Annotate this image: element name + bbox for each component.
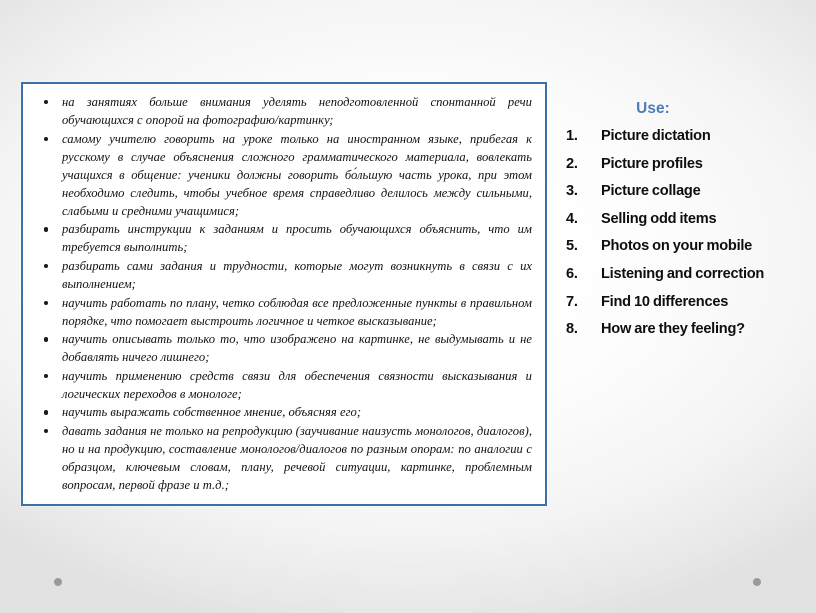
activity-item-number: 7. <box>566 293 578 310</box>
bullet-item: научить выражать собственное мнение, объ… <box>36 403 532 421</box>
activity-item-label: Picture profiles <box>601 155 703 172</box>
activity-item-label: Photos on your mobile <box>601 238 753 255</box>
activity-list-item[interactable]: 2. Picture profiles <box>566 155 802 175</box>
bullet-item: научить описывать только то, что изображ… <box>36 330 532 366</box>
activity-list-item[interactable]: 7. Find 10 differences <box>566 293 802 313</box>
bullet-item: давать задания не только на репродукцию … <box>36 422 532 494</box>
activity-item-label: Picture collage <box>601 183 701 200</box>
activity-item-label: Picture dictation <box>601 128 711 144</box>
bullet-item: разбирать инструкции к заданиям и просит… <box>36 220 532 256</box>
decorative-dot-right <box>753 578 761 586</box>
activity-numbered-list: 1. Picture dictation 2. Picture profiles 3. P… <box>566 127 802 340</box>
bullet-item: научить применению средств связи для обе… <box>36 367 532 403</box>
activity-item-number: 4. <box>566 210 578 227</box>
activity-item-number: 1. <box>566 128 578 144</box>
activity-item-number: 6. <box>566 265 578 282</box>
activity-list-item[interactable]: 5. Photos on your mobile <box>566 237 802 257</box>
activity-item-label: Selling odd items <box>601 210 717 227</box>
use-column: Use: 1. Picture dictation 2. Picture profil… <box>566 100 802 348</box>
bullet-item: разбирать сами задания и трудности, кото… <box>36 257 532 293</box>
activity-list-item[interactable]: 4. Selling odd items <box>566 210 802 230</box>
activity-item-label: How are they feeling? <box>601 321 745 338</box>
activity-item-number: 2. <box>566 155 578 172</box>
activity-item-label: Listening and correction <box>601 265 765 282</box>
bullet-item: на занятиях больше внимания уделять непо… <box>36 93 532 129</box>
activity-item-number: 5. <box>566 238 578 255</box>
bullet-item: самому учителю говорить на уроке только … <box>36 130 532 220</box>
activity-item-number: 3. <box>566 183 578 200</box>
activity-list-item[interactable]: 3. Picture collage <box>566 182 802 202</box>
bordered-content-box: на занятиях больше внимания уделять непо… <box>21 82 547 506</box>
activity-list-item[interactable]: 1. Picture dictation <box>566 127 802 147</box>
bullet-item: научить работать по плану, четко соблюда… <box>36 294 532 330</box>
use-heading: Use: <box>636 100 670 117</box>
slide-canvas: на занятиях больше внимания уделять непо… <box>0 0 816 613</box>
activity-list-item[interactable]: 6. Listening and correction <box>566 265 802 285</box>
activity-item-number: 8. <box>566 321 578 338</box>
recommendations-bullet-list: на занятиях больше внимания уделять непо… <box>23 84 545 494</box>
activity-list-item[interactable]: 8. How are they feeling? <box>566 320 802 340</box>
decorative-dot-left <box>54 578 62 586</box>
activity-item-label: Find 10 differences <box>601 293 729 310</box>
